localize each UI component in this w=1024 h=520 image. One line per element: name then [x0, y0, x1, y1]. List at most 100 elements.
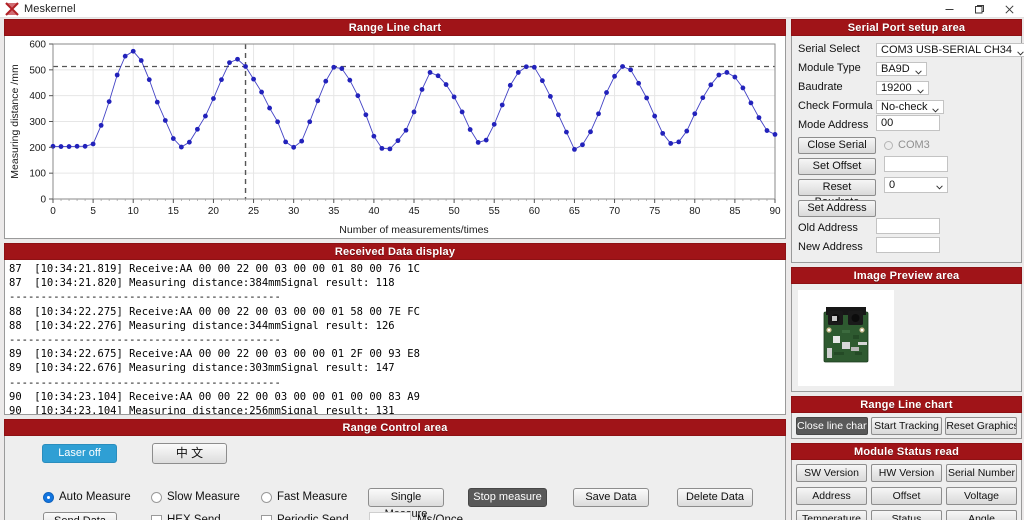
x-tick-label: 10	[128, 206, 140, 217]
log-line: 88 [10:34:22.276] Measuring distance:344…	[9, 319, 395, 332]
label-old-address: Old Address	[798, 222, 858, 234]
y-tick-label: 0	[40, 195, 46, 206]
temperature-button[interactable]: Temperature	[796, 510, 867, 520]
range-control-header: Range Control area	[4, 419, 786, 436]
voltage-button[interactable]: Voltage	[946, 487, 1017, 505]
close-line-chart-button[interactable]: Close line chart	[796, 416, 868, 435]
range-line-chart-svg[interactable]: 0 5 10 15 20 25 30 35 40 45 50 55 60 65 70 75 80 85 90 0 100…	[5, 36, 785, 237]
y-tick-label: 500	[29, 65, 46, 76]
data-point	[339, 66, 345, 71]
radio-label-auto-measure: Auto Measure	[59, 491, 131, 503]
data-point	[684, 128, 690, 134]
radio-slow-measure[interactable]: Slow Measure	[151, 491, 240, 503]
y-tick-label: 600	[29, 40, 46, 51]
data-point	[716, 72, 722, 78]
send-data-button[interactable]: Send Data	[43, 512, 117, 520]
set-offset-button[interactable]: Set Offset	[798, 157, 876, 175]
field-old-address: Old Address	[798, 217, 1015, 237]
delete-data-button[interactable]: Delete Data	[677, 488, 753, 507]
module-photo	[798, 290, 894, 386]
data-point	[491, 121, 497, 127]
radio-fast-measure[interactable]: Fast Measure	[261, 491, 347, 503]
select-reset-baudrate[interactable]: 0	[884, 176, 948, 193]
label-mode-address: Mode Address	[798, 119, 869, 131]
x-tick-label: 5	[90, 206, 96, 217]
data-point	[170, 136, 176, 141]
module-status-header: Module Status read	[791, 443, 1022, 460]
data-point	[644, 95, 650, 101]
data-point	[371, 133, 377, 139]
input-mode-address[interactable]: 00	[876, 114, 940, 131]
save-data-button[interactable]: Save Data	[573, 488, 649, 507]
label-baudrate: Baudrate	[798, 81, 843, 93]
label-check-formula: Check Formula	[798, 100, 873, 112]
select-serial-select[interactable]: COM3 USB-SERIAL CH34	[876, 43, 1024, 57]
sw-version-button[interactable]: SW Version	[796, 464, 867, 482]
offset-button[interactable]: Offset	[871, 487, 942, 505]
radio-label-fast-measure: Fast Measure	[277, 491, 348, 503]
reset-baudrate-button[interactable]: Reset Baudrate	[798, 178, 876, 208]
select-baudrate[interactable]: 19200	[876, 81, 929, 95]
x-tick-label: 15	[168, 206, 180, 217]
data-point	[660, 130, 666, 136]
radio-auto-measure[interactable]: Auto Measure	[43, 491, 131, 503]
data-point	[668, 141, 674, 146]
status-button[interactable]: Status	[871, 510, 942, 520]
select-value-check-formula: No-check	[881, 101, 928, 113]
com-port-label: COM3	[898, 139, 930, 151]
x-tick-label: 65	[569, 206, 581, 217]
address-button[interactable]: Address	[796, 487, 867, 505]
angle-button[interactable]: Angle	[946, 510, 1017, 520]
module-status-body: SW Version HW Version Serial Number Addr…	[791, 460, 1022, 520]
data-point	[564, 129, 569, 135]
serial-number-button[interactable]: Serial Number	[946, 464, 1017, 482]
data-point	[235, 56, 240, 62]
x-tick-label: 85	[729, 206, 741, 217]
close-icon[interactable]	[994, 0, 1024, 18]
laser-toggle-button[interactable]: Laser off	[42, 444, 117, 463]
set-address-button[interactable]: Set Address	[798, 199, 876, 217]
stop-measure-button[interactable]: Stop measure	[468, 488, 547, 507]
checkbox-periodic-send[interactable]: Periodic Send	[261, 514, 349, 520]
chevron-down-icon	[936, 181, 943, 190]
data-point	[331, 64, 337, 70]
range-line-chart-body[interactable]: 0 5 10 15 20 25 30 35 40 45 50 55 60 65 70 75 80 85 90 0 100…	[4, 36, 786, 239]
select-check-formula[interactable]: No-check	[876, 100, 945, 114]
ms-once-input[interactable]	[369, 512, 411, 520]
data-point	[547, 94, 553, 99]
y-tick-label: 300	[29, 117, 46, 128]
data-point	[395, 138, 401, 144]
reset-graphics-button[interactable]: Reset Graphics	[945, 416, 1018, 435]
x-tick-label: 80	[689, 206, 701, 217]
radio-dot-slow-measure	[151, 491, 162, 503]
data-point	[82, 143, 88, 149]
log-line: 87 [10:34:21.820] Measuring distance:384…	[9, 277, 395, 290]
hw-version-button[interactable]: HW Version	[871, 464, 942, 482]
data-point	[130, 48, 136, 54]
data-point	[427, 70, 433, 75]
language-toggle-button[interactable]: 中 文	[152, 443, 227, 464]
x-tick-label: 40	[368, 206, 380, 217]
input-set-offset[interactable]	[884, 155, 948, 172]
close-serial-button[interactable]: Close Serial	[798, 136, 876, 154]
data-point	[315, 98, 321, 104]
select-module-type[interactable]: BA9D	[876, 62, 927, 76]
checkbox-hex-send[interactable]: HEX Send	[151, 514, 221, 520]
single-measure-button[interactable]: Single Measure	[368, 488, 444, 520]
minimize-icon[interactable]	[934, 0, 964, 18]
x-tick-label: 55	[489, 206, 501, 217]
input-old-address[interactable]	[876, 217, 940, 234]
data-point	[379, 145, 385, 151]
range-line-chart-panel: Range Line chart 0 5 10 15 20 25 30 35 40 45 50 55 6…	[4, 19, 786, 239]
data-point	[122, 53, 128, 59]
data-point	[211, 96, 216, 101]
received-data-log[interactable]: 87 [10:34:21.819] Receive:AA 00 00 22 00…	[4, 260, 786, 415]
maximize-icon[interactable]	[964, 0, 994, 18]
row-set-address: Set Address	[798, 198, 1015, 218]
start-tracking-button[interactable]: Start Tracking	[870, 416, 943, 435]
data-point	[58, 144, 64, 149]
input-value-mode-address: 00	[881, 116, 894, 129]
input-new-address[interactable]	[876, 236, 940, 253]
data-point	[740, 85, 746, 91]
log-line: 87 [10:34:21.819] Receive:AA 00 00 22 00…	[9, 263, 420, 275]
